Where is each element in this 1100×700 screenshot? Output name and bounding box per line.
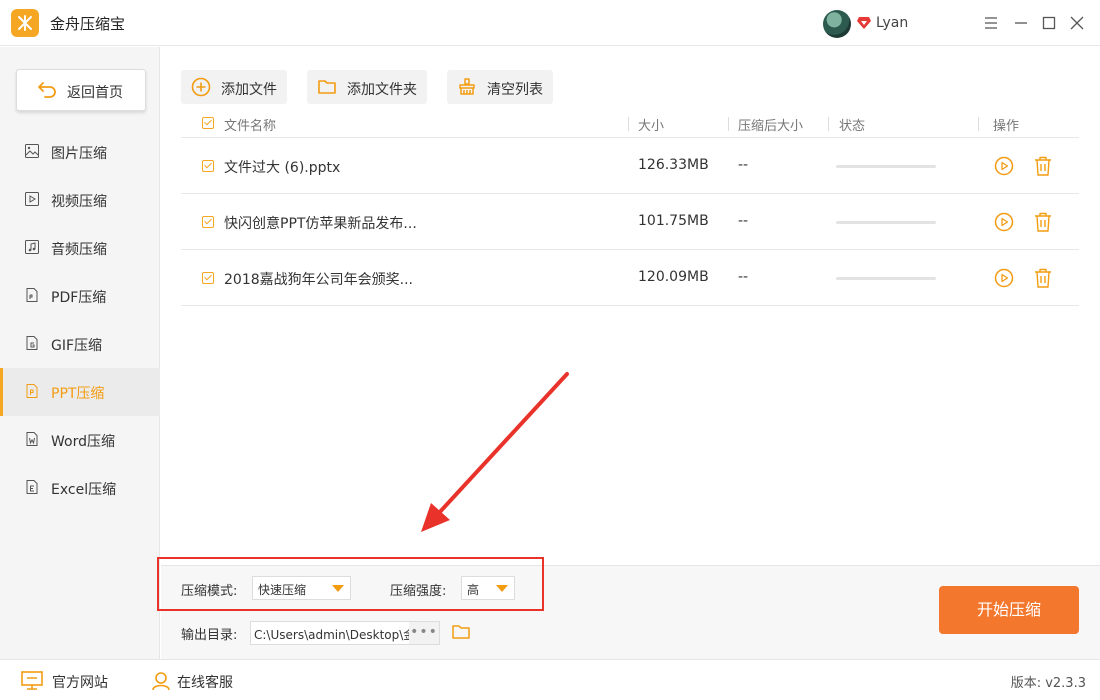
annotation-highlight-box	[157, 557, 544, 611]
column-header-name: 文件名称	[224, 119, 277, 134]
table-row[interactable]: 文件过大 (6).pptx 126.33MB --	[181, 138, 1079, 194]
sidebar-item-label: GIF压缩	[51, 338, 103, 354]
back-home-label: 返回首页	[67, 85, 123, 101]
sidebar-item-label: 图片压缩	[51, 146, 107, 162]
app-logo-icon	[11, 9, 39, 37]
monitor-icon	[21, 671, 43, 690]
sidebar-item-label: PDF压缩	[51, 290, 107, 306]
file-table-header: 文件名称 大小 压缩后大小 状态 操作	[181, 110, 1079, 138]
sidebar-item-excel[interactable]: Excel压缩	[0, 464, 160, 512]
video-icon	[25, 192, 39, 206]
sidebar-item-label: PPT压缩	[51, 386, 105, 402]
word-icon	[26, 432, 38, 446]
column-divider	[828, 117, 829, 131]
sidebar-item-label: Word压缩	[51, 434, 115, 450]
file-size: 101.75MB	[638, 213, 709, 229]
compressed-size: --	[738, 213, 749, 229]
column-header-size: 大小	[638, 119, 665, 134]
compressed-size: --	[738, 157, 749, 173]
row-checkbox[interactable]	[202, 272, 214, 284]
image-icon	[25, 144, 39, 158]
row-checkbox[interactable]	[202, 216, 214, 228]
folder-icon	[318, 80, 336, 94]
footer: 官方网站 在线客服 版本: v2.3.3	[0, 659, 1100, 700]
output-path-value: C:\Users\admin\Desktop\金	[254, 628, 412, 642]
maximize-icon[interactable]	[1040, 14, 1058, 32]
file-name: 2018嘉战狗年公司年会颁奖...	[224, 272, 413, 288]
compressed-size: --	[738, 269, 749, 285]
clear-list-label: 清空列表	[487, 82, 543, 98]
sidebar-item-label: Excel压缩	[51, 482, 117, 498]
play-icon[interactable]	[994, 156, 1014, 176]
table-row[interactable]: 2018嘉战狗年公司年会颁奖... 120.09MB --	[181, 250, 1079, 306]
audio-icon	[25, 240, 39, 254]
customer-service-icon	[152, 672, 170, 691]
menu-icon[interactable]	[982, 14, 1000, 32]
sidebar-item-gif[interactable]: GIF压缩	[0, 320, 160, 368]
support-label: 在线客服	[177, 675, 233, 691]
trash-icon[interactable]	[1033, 267, 1053, 289]
progress-bar	[836, 221, 936, 224]
output-path-input[interactable]: C:\Users\admin\Desktop\金 •••	[250, 621, 440, 645]
start-compress-button[interactable]: 开始压缩	[939, 586, 1079, 634]
open-folder-icon[interactable]	[451, 622, 471, 642]
select-all-checkbox[interactable]	[202, 117, 214, 129]
close-icon[interactable]	[1068, 14, 1086, 32]
minimize-icon[interactable]	[1012, 14, 1030, 32]
column-divider	[628, 117, 629, 131]
user-name[interactable]: Lyan	[876, 15, 908, 31]
vip-diamond-icon	[857, 17, 871, 29]
table-row[interactable]: 快闪创意PPT仿苹果新品发布... 101.75MB --	[181, 194, 1079, 250]
output-dir-label: 输出目录:	[181, 628, 238, 643]
version-text: 版本: v2.3.3	[1010, 676, 1086, 691]
trash-icon[interactable]	[1033, 211, 1053, 233]
file-size: 120.09MB	[638, 269, 709, 285]
pdf-icon	[26, 288, 38, 302]
trash-icon[interactable]	[1033, 155, 1053, 177]
sidebar: 返回首页 图片压缩 视频压缩 音频压缩 PDF压缩 GIF压缩 PPT压缩 Wo…	[0, 47, 160, 659]
file-name: 快闪创意PPT仿苹果新品发布...	[224, 216, 417, 232]
column-header-compressed-size: 压缩后大小	[738, 119, 804, 134]
add-folder-button[interactable]: 添加文件夹	[307, 70, 427, 104]
back-arrow-icon	[38, 82, 56, 98]
excel-icon	[26, 480, 38, 494]
column-divider	[728, 117, 729, 131]
sidebar-item-audio[interactable]: 音频压缩	[0, 224, 160, 272]
progress-bar	[836, 277, 936, 280]
sidebar-item-label: 音频压缩	[51, 242, 107, 258]
avatar[interactable]	[823, 10, 851, 38]
title-bar: 金舟压缩宝 Lyan	[0, 0, 1100, 46]
play-icon[interactable]	[994, 212, 1014, 232]
sidebar-item-label: 视频压缩	[51, 194, 107, 210]
add-folder-label: 添加文件夹	[347, 82, 417, 98]
add-file-label: 添加文件	[221, 82, 277, 98]
browse-path-button[interactable]: •••	[409, 622, 439, 644]
sidebar-item-pdf[interactable]: PDF压缩	[0, 272, 160, 320]
file-name: 文件过大 (6).pptx	[224, 160, 341, 176]
broom-icon	[459, 78, 475, 95]
sidebar-item-image[interactable]: 图片压缩	[0, 128, 160, 176]
clear-list-button[interactable]: 清空列表	[447, 70, 553, 104]
play-icon[interactable]	[994, 268, 1014, 288]
column-header-status: 状态	[839, 119, 866, 134]
app-title: 金舟压缩宝	[50, 15, 126, 33]
file-size: 126.33MB	[638, 157, 709, 173]
website-label: 官方网站	[52, 675, 108, 691]
sidebar-item-ppt[interactable]: PPT压缩	[0, 368, 160, 416]
back-home-button[interactable]: 返回首页	[16, 69, 146, 111]
row-checkbox[interactable]	[202, 160, 214, 172]
column-divider	[978, 117, 979, 131]
gif-icon	[26, 336, 38, 350]
add-circle-icon	[191, 77, 211, 97]
sidebar-item-word[interactable]: Word压缩	[0, 416, 160, 464]
ppt-icon	[26, 384, 38, 398]
column-header-actions: 操作	[993, 119, 1020, 134]
add-file-button[interactable]: 添加文件	[181, 70, 287, 104]
sidebar-item-video[interactable]: 视频压缩	[0, 176, 160, 224]
progress-bar	[836, 165, 936, 168]
